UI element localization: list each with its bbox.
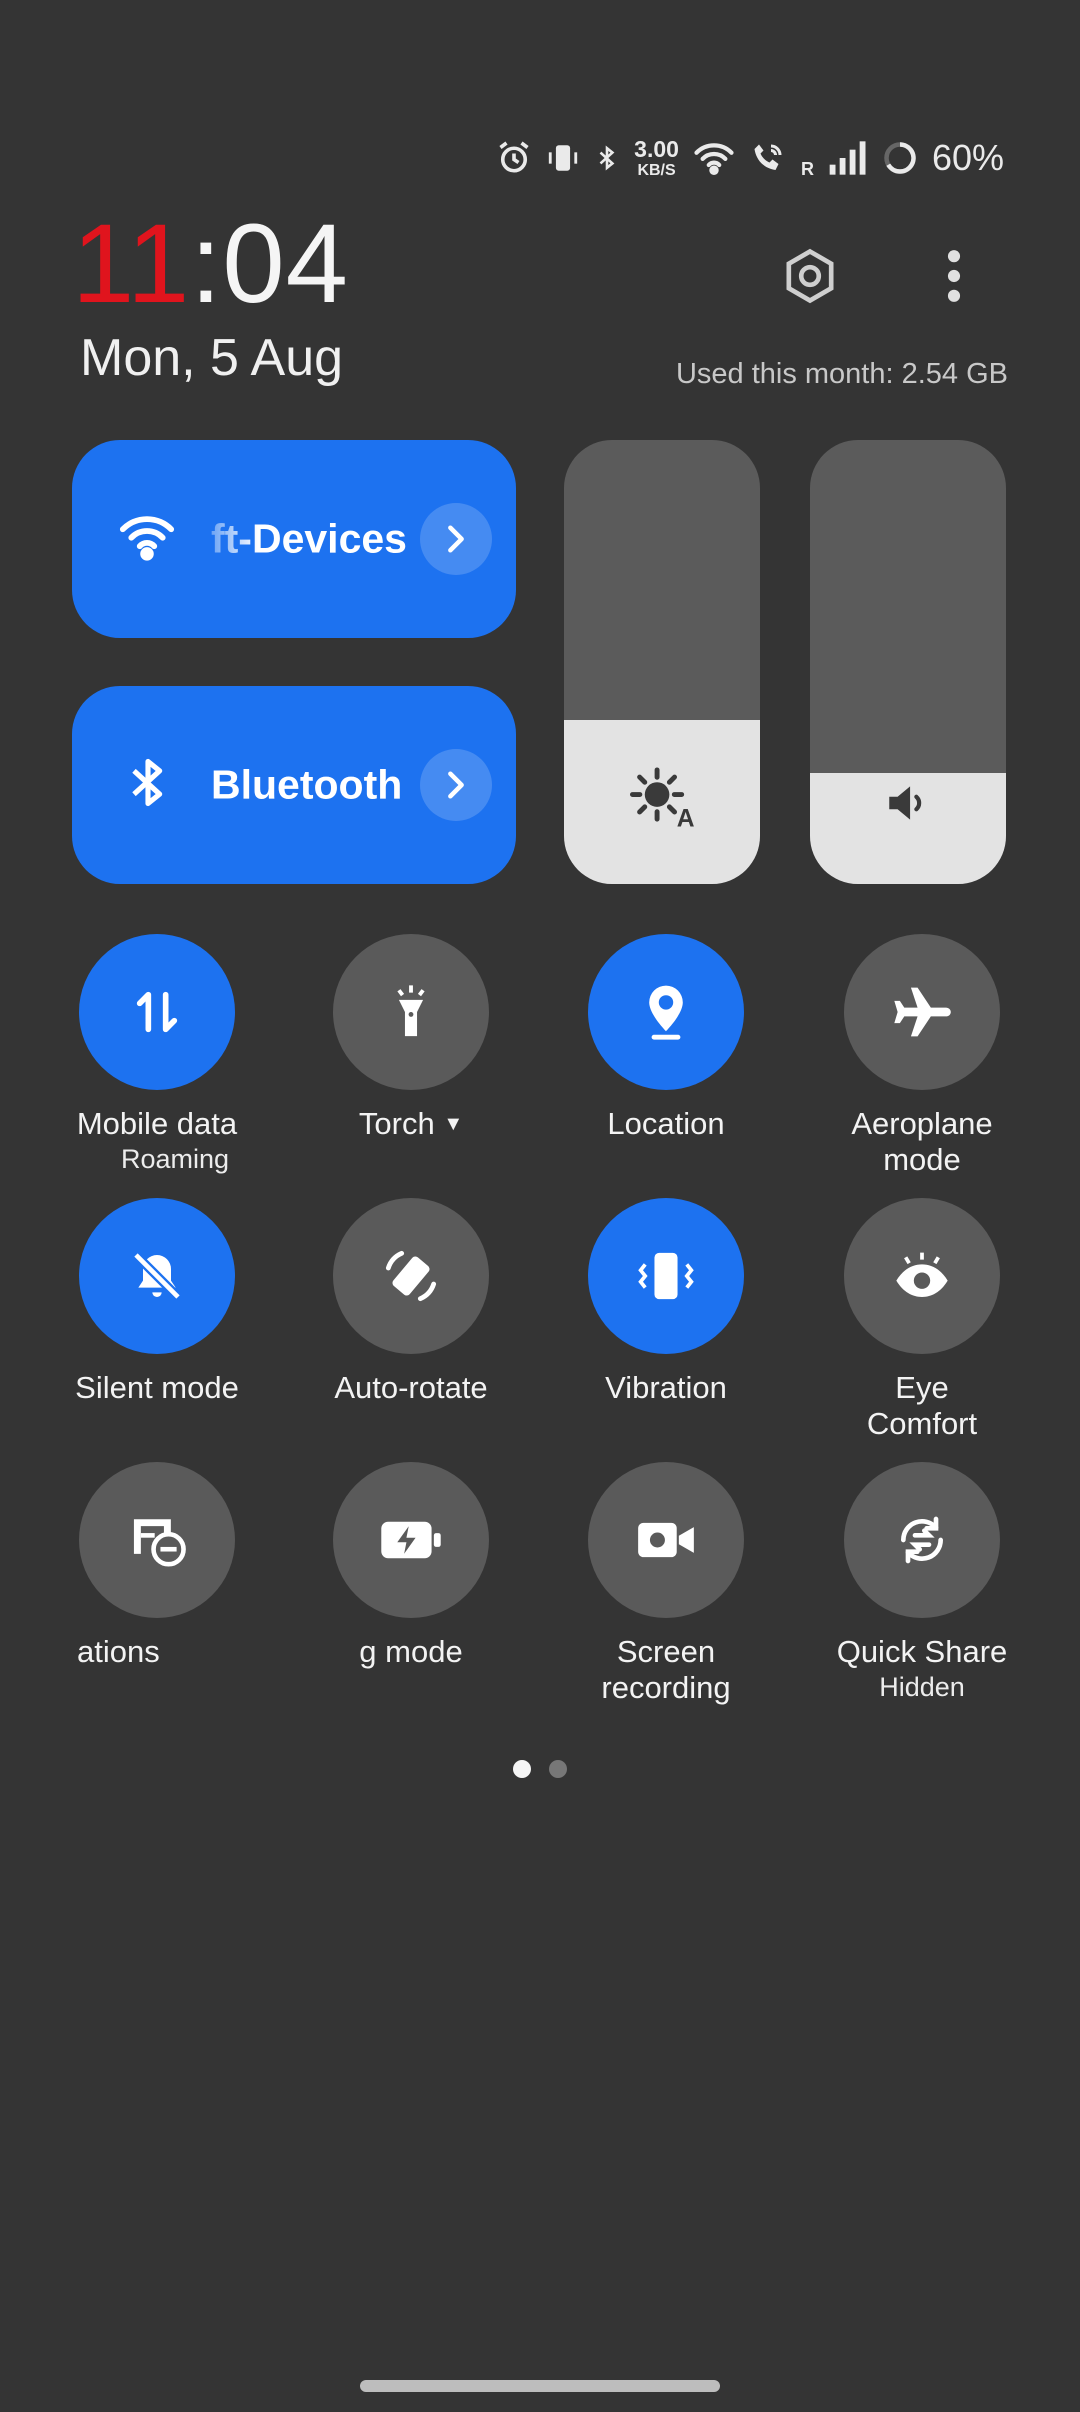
battery-mode-toggle[interactable]: g mode [301, 1462, 521, 1670]
toggle-sublabel: Roaming [120, 1144, 230, 1174]
toggle-circle[interactable] [844, 1198, 1000, 1354]
battery-percent: 60% [931, 137, 1004, 178]
home-gesture-bar[interactable] [360, 2380, 720, 2392]
battery-ring-icon [884, 142, 916, 174]
clock-minute: :04 [190, 201, 349, 326]
auto-rotate-toggle[interactable]: Auto-rotate [301, 1198, 521, 1406]
eye-comfort-toggle[interactable]: Eye Comfort [812, 1198, 1032, 1442]
toggle-label: Silent mode [75, 1370, 239, 1405]
silent-bell-icon [132, 1251, 182, 1301]
network-speed-value: 3.00 [634, 135, 679, 162]
bluetooth-tile[interactable]: Bluetooth [72, 686, 516, 884]
dropdown-caret-icon: ▼ [443, 1113, 464, 1135]
more-options-button[interactable] [914, 236, 994, 316]
toggle-label: Location [607, 1106, 725, 1141]
date[interactable]: Mon, 5 Aug [80, 332, 343, 384]
toggle-circle[interactable] [844, 934, 1000, 1090]
toggle-circle[interactable] [588, 1198, 744, 1354]
toggle-circle[interactable] [79, 934, 235, 1090]
settings-hex-icon [786, 248, 834, 304]
settings-button[interactable] [770, 236, 850, 316]
toggle-circle[interactable] [333, 934, 489, 1090]
toggle-label: Auto-rotate [334, 1370, 488, 1405]
page-dot-2[interactable] [549, 1760, 567, 1778]
volume-slider[interactable] [810, 440, 1006, 884]
eye-icon [896, 1252, 948, 1297]
data-usage-text[interactable]: Used this month: 2.54 GB [676, 358, 1008, 391]
wifi-icon [118, 512, 176, 567]
vibrate-icon [549, 145, 578, 171]
toggle-label: Mobile data [76, 1106, 238, 1141]
status-bar: 3.00 KB/S R 60% [496, 130, 1004, 186]
network-speed-unit: KB/S [637, 161, 676, 179]
toggle-sublabel: Comfort [866, 1406, 978, 1441]
screen-record-icon [638, 1522, 694, 1558]
toggle-circle[interactable] [79, 1198, 235, 1354]
aeroplane-mode-toggle[interactable]: Aeroplane mode [812, 934, 1032, 1178]
speaker-icon [883, 777, 933, 834]
toggle-label: ations [77, 1634, 160, 1669]
bluetooth-expand-button[interactable] [420, 749, 492, 821]
clock[interactable]: 11:04 [72, 208, 349, 320]
vibration-icon [638, 1252, 694, 1300]
vibration-toggle[interactable]: Vibration [556, 1198, 776, 1406]
auto-brightness-icon: A [627, 765, 697, 834]
wifi-tile[interactable]: ft-Devices [72, 440, 516, 638]
toggle-label-row: Torch ▼ [301, 1106, 521, 1142]
mobile-data-icon [136, 991, 178, 1033]
torch-icon [397, 985, 425, 1037]
toggle-circle[interactable] [333, 1462, 489, 1618]
location-toggle[interactable]: Location [556, 934, 776, 1142]
toggle-label: Vibration [605, 1370, 727, 1405]
screen-recording-toggle[interactable]: Screen recording [556, 1462, 776, 1706]
brightness-slider[interactable]: A [564, 440, 760, 884]
page-indicator[interactable] [0, 1760, 1080, 1778]
toggle-label: Quick Share [836, 1634, 1008, 1669]
quick-share-toggle[interactable]: Quick Share Hidden [812, 1462, 1032, 1704]
toggle-circle[interactable] [588, 1462, 744, 1618]
toggle-circle[interactable] [588, 934, 744, 1090]
bluetooth-icon [128, 755, 168, 816]
chevron-right-icon [448, 771, 464, 799]
toggle-label: g mode [359, 1634, 463, 1669]
page-dot-1[interactable] [513, 1760, 531, 1778]
toggle-sublabel: recording [601, 1670, 731, 1705]
wifi-icon [694, 143, 734, 175]
auto-rotate-icon [385, 1250, 437, 1302]
toggle-label: Screen [616, 1634, 716, 1669]
wifi-calling-icon [754, 144, 782, 170]
airplane-icon [894, 987, 951, 1037]
auto-badge: A [677, 806, 695, 829]
toggle-sublabel: Hidden [879, 1672, 965, 1702]
toggle-circle[interactable] [333, 1198, 489, 1354]
mobile-data-toggle[interactable]: Mobile data Roaming [47, 934, 267, 1176]
toggle-circle[interactable] [844, 1462, 1000, 1618]
toggle-label: Eye [895, 1370, 949, 1405]
silent-mode-toggle[interactable]: Silent mode [47, 1198, 267, 1406]
quick-share-icon [901, 1516, 943, 1564]
more-vertical-icon [947, 250, 961, 302]
torch-toggle[interactable]: Torch ▼ [301, 934, 521, 1142]
alarm-icon [499, 141, 529, 173]
battery-saver-icon [381, 1521, 441, 1559]
clock-hour: 11 [72, 201, 191, 326]
toggle-label: Aeroplane [851, 1106, 993, 1141]
chevron-right-icon [448, 525, 464, 553]
network-speed: 3.00 KB/S [634, 135, 679, 179]
toggle-label: Torch [358, 1106, 435, 1141]
toggle-circle[interactable] [79, 1462, 235, 1618]
location-icon [649, 985, 683, 1040]
bluetooth-icon [599, 145, 615, 171]
roaming-indicator: R [800, 159, 814, 179]
notifications-toggle[interactable]: ations [47, 1462, 267, 1670]
signal-icon [829, 141, 866, 175]
wifi-expand-button[interactable] [420, 503, 492, 575]
toggle-sublabel: mode [883, 1142, 961, 1177]
notifications-blocked-icon [133, 1519, 186, 1567]
